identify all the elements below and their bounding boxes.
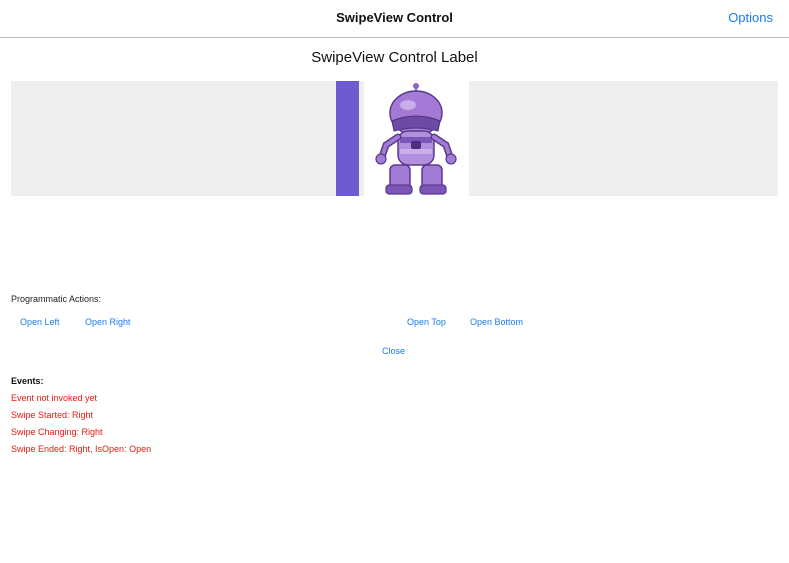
open-left-button[interactable]: Open Left [20,317,60,327]
open-top-button[interactable]: Open Top [407,317,446,327]
close-button[interactable]: Close [382,346,405,356]
swipe-view[interactable] [11,81,778,196]
event-line: Swipe Ended: Right, IsOpen: Open [11,444,152,454]
swipe-content[interactable] [364,81,469,196]
event-line: Swipe Started: Right [11,410,94,420]
programmatic-actions-label: Programmatic Actions: [11,294,102,304]
events-title: Events: [11,376,44,386]
options-button[interactable]: Options [728,10,773,25]
navigation-bar: SwipeView Control Options [0,0,789,38]
open-bottom-button[interactable]: Open Bottom [470,317,523,327]
page-label: SwipeView Control Label [311,49,478,66]
open-right-button[interactable]: Open Right [85,317,131,327]
nav-title: SwipeView Control [336,10,453,25]
app-screen: SwipeView Control Options SwipeView Cont… [0,0,789,563]
event-line: Swipe Changing: Right [11,427,103,437]
event-line: Event not invoked yet [11,393,98,403]
swipe-item-right[interactable] [336,81,359,196]
purple-robot-mascot-icon [375,83,457,195]
